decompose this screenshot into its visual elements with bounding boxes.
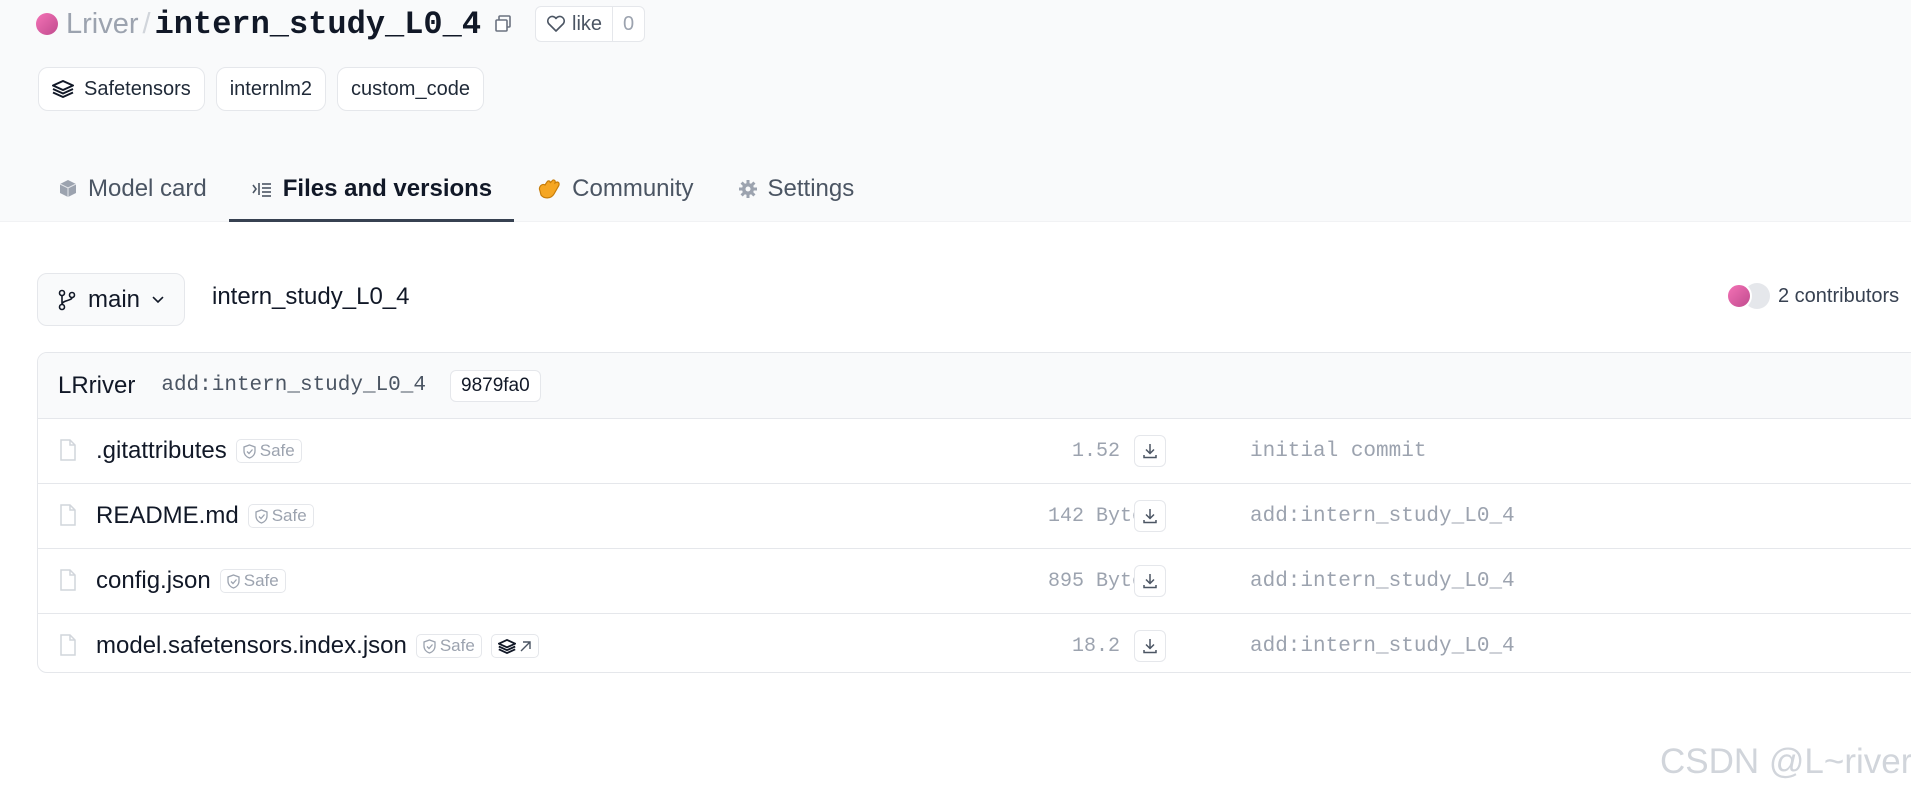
git-branch-icon <box>58 289 76 310</box>
download-button[interactable] <box>1134 500 1166 532</box>
tag-list: Safetensors internlm2 custom_code <box>38 67 484 111</box>
table-row: README.md Safe 142 Bytes add:intern_stud… <box>38 484 1911 549</box>
table-row: config.json Safe 895 Bytes add:intern_st… <box>38 549 1911 614</box>
repo-owner-link[interactable]: Lriver <box>66 8 139 41</box>
file-name-link[interactable]: .gitattributes <box>96 437 227 465</box>
file-icon <box>60 504 76 526</box>
tab-community[interactable]: Community <box>514 158 715 220</box>
layers-icon <box>52 80 74 98</box>
repo-tabs: Model card Files and versions Community … <box>36 158 877 222</box>
download-icon <box>1143 574 1157 589</box>
tag-custom-code[interactable]: custom_code <box>337 67 484 111</box>
tab-label: Settings <box>767 175 855 202</box>
gear-icon <box>738 180 757 198</box>
download-icon <box>1143 509 1157 524</box>
file-name-cell: model.safetensors.index.json Safe <box>96 632 539 660</box>
download-icon <box>1143 444 1157 459</box>
path-separator: / <box>142 7 151 40</box>
download-icon <box>1143 639 1157 654</box>
chevron-down-icon <box>152 295 164 303</box>
safetensors-viewer-link[interactable] <box>490 634 539 658</box>
last-commit-link[interactable]: add:intern_study_L0_4 <box>1250 505 1515 528</box>
file-table: LRriver add:intern_study_L0_4 9879fa0 .g… <box>37 352 1911 673</box>
commit-hash[interactable]: 9879fa0 <box>450 369 541 402</box>
breadcrumb[interactable]: intern_study_L0_4 <box>212 283 409 311</box>
tag-label: custom_code <box>351 77 470 100</box>
branch-label: main <box>87 285 141 313</box>
file-name-link[interactable]: config.json <box>96 567 211 595</box>
file-icon <box>60 634 76 656</box>
tab-label: Model card <box>88 175 207 202</box>
download-button[interactable] <box>1134 435 1166 467</box>
owner-avatar[interactable] <box>36 13 58 35</box>
branch-selector[interactable]: main <box>37 273 185 326</box>
last-commit-bar: LRriver add:intern_study_L0_4 9879fa0 <box>38 353 1911 419</box>
download-button[interactable] <box>1134 630 1166 662</box>
shield-check-icon <box>227 573 240 589</box>
download-button[interactable] <box>1134 565 1166 597</box>
safe-badge-label: Safe <box>259 441 295 460</box>
contributors-link[interactable]: 2 contributors <box>1726 282 1899 310</box>
like-label: like <box>572 12 603 35</box>
repo-name-link[interactable]: intern_study_L0_4 <box>155 6 481 43</box>
table-row: .gitattributes Safe 1.52 kB initial comm… <box>38 419 1911 484</box>
layers-icon <box>497 638 516 654</box>
hand-wave-icon <box>539 179 560 199</box>
tab-label: Community <box>572 175 694 202</box>
arrow-up-right-icon <box>520 640 531 651</box>
last-commit-link[interactable]: add:intern_study_L0_4 <box>1250 570 1515 593</box>
safe-badge-label: Safe <box>271 506 307 525</box>
tag-label: Safetensors <box>84 77 191 100</box>
file-name-link[interactable]: model.safetensors.index.json <box>96 632 407 660</box>
file-name-cell: .gitattributes Safe <box>96 437 302 465</box>
cube-icon <box>59 180 77 197</box>
contributors-count: 2 contributors <box>1778 284 1900 307</box>
contributor-avatars <box>1726 282 1770 310</box>
tab-label: Files and versions <box>282 175 493 202</box>
shield-check-icon <box>255 508 268 524</box>
file-list-icon <box>252 183 271 197</box>
watermark: CSDN @L~river <box>1660 742 1911 781</box>
table-row: model.safetensors.index.json Safe 18.2 k… <box>38 614 1911 672</box>
tab-settings[interactable]: Settings <box>716 158 877 220</box>
like-main[interactable]: like <box>536 7 612 41</box>
shield-check-icon <box>423 638 436 654</box>
like-count[interactable]: 0 <box>612 7 644 41</box>
commit-author[interactable]: LRriver <box>58 372 135 400</box>
file-name-cell: config.json Safe <box>96 567 286 595</box>
safe-badge[interactable]: Safe <box>219 569 286 593</box>
repo-title-row: Lriver / intern_study_L0_4 like 0 <box>36 4 646 44</box>
tag-label: internlm2 <box>229 77 312 100</box>
tag-internlm2[interactable]: internlm2 <box>215 67 326 111</box>
last-commit-link[interactable]: add:intern_study_L0_4 <box>1250 635 1515 658</box>
tab-model-card[interactable]: Model card <box>36 158 229 220</box>
tag-safetensors[interactable]: Safetensors <box>38 67 205 111</box>
tab-files-and-versions[interactable]: Files and versions <box>228 158 515 222</box>
heart-icon <box>547 15 566 32</box>
safe-badge[interactable]: Safe <box>235 439 302 463</box>
last-commit-link[interactable]: initial commit <box>1250 440 1426 463</box>
safe-badge-label: Safe <box>439 636 475 655</box>
safe-badge-label: Safe <box>243 571 279 590</box>
file-name-link[interactable]: README.md <box>96 502 239 530</box>
commit-message[interactable]: add:intern_study_L0_4 <box>161 374 426 397</box>
copy-icon[interactable] <box>493 14 513 34</box>
file-icon <box>60 569 76 591</box>
shield-check-icon <box>243 443 256 459</box>
safe-badge[interactable]: Safe <box>415 634 482 658</box>
file-icon <box>60 439 76 461</box>
avatar <box>1726 283 1752 309</box>
like-button[interactable]: like 0 <box>535 6 646 42</box>
safe-badge[interactable]: Safe <box>247 504 314 528</box>
file-name-cell: README.md Safe <box>96 502 314 530</box>
